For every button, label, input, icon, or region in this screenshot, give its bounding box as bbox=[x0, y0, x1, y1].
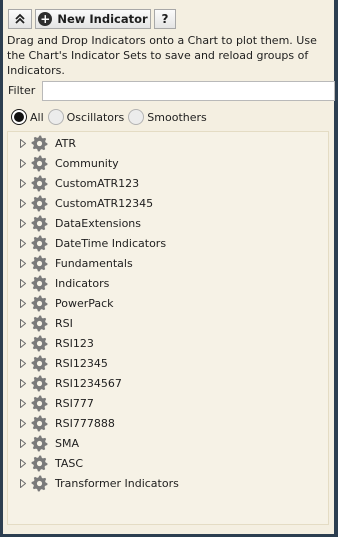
tree-item-label: Indicators bbox=[55, 276, 110, 290]
expand-arrow-icon[interactable] bbox=[19, 178, 27, 188]
tree-item-label: CustomATR12345 bbox=[55, 196, 154, 210]
indicator-tree: ATR Community CustomATR123 CustomATR12345 Da… bbox=[7, 131, 329, 525]
radio-oscillators-circle bbox=[47, 109, 64, 125]
expand-arrow-icon[interactable] bbox=[19, 298, 27, 308]
gear-icon bbox=[31, 375, 48, 392]
gear-icon bbox=[31, 335, 48, 352]
tree-item[interactable]: PowerPack bbox=[8, 293, 328, 313]
tree-item[interactable]: SMA bbox=[8, 433, 328, 453]
tree-item-label: TASC bbox=[55, 456, 84, 470]
tree-item-label: Fundamentals bbox=[55, 256, 133, 270]
filter-row: Filter bbox=[7, 81, 335, 103]
tree-item[interactable]: Fundamentals bbox=[8, 253, 328, 273]
tree-item[interactable]: RSI bbox=[8, 313, 328, 333]
indicator-type-radio-group: All Oscillators Smoothers bbox=[11, 107, 211, 127]
radio-oscillators-label: Oscillators bbox=[66, 110, 125, 124]
radio-oscillators[interactable]: Oscillators bbox=[47, 109, 125, 125]
tree-item[interactable]: DataExtensions bbox=[8, 213, 328, 233]
expand-arrow-icon[interactable] bbox=[19, 398, 27, 408]
expand-arrow-icon[interactable] bbox=[19, 478, 27, 488]
expand-arrow-icon[interactable] bbox=[19, 378, 27, 388]
collapse-button[interactable] bbox=[8, 8, 32, 29]
expand-arrow-icon[interactable] bbox=[19, 218, 27, 228]
tree-item[interactable]: Indicators bbox=[8, 273, 328, 293]
gear-icon bbox=[31, 295, 48, 312]
gear-icon bbox=[31, 395, 48, 412]
tree-item-label: RSI123 bbox=[55, 336, 94, 350]
tree-item-label: DateTime Indicators bbox=[55, 236, 167, 250]
filter-label: Filter bbox=[8, 84, 36, 97]
expand-arrow-icon[interactable] bbox=[19, 438, 27, 448]
tree-item[interactable]: RSI12345 bbox=[8, 353, 328, 373]
radio-smoothers[interactable]: Smoothers bbox=[128, 109, 207, 125]
tree-item-label: RSI1234567 bbox=[55, 376, 122, 390]
expand-arrow-icon[interactable] bbox=[19, 318, 27, 328]
tree-item[interactable]: TASC bbox=[8, 453, 328, 473]
gear-icon bbox=[31, 275, 48, 292]
gear-icon bbox=[31, 175, 48, 192]
tree-item-label: Community bbox=[55, 156, 119, 170]
new-indicator-label: New Indicator bbox=[57, 11, 148, 26]
radio-all-label: All bbox=[30, 110, 44, 124]
help-button[interactable]: ? bbox=[154, 8, 176, 29]
expand-arrow-icon[interactable] bbox=[19, 358, 27, 368]
tree-item[interactable]: RSI777 bbox=[8, 393, 328, 413]
expand-arrow-icon[interactable] bbox=[19, 458, 27, 468]
expand-arrow-icon[interactable] bbox=[19, 418, 27, 428]
gear-icon bbox=[31, 315, 48, 332]
filter-input[interactable] bbox=[42, 81, 335, 101]
tree-item[interactable]: RSI1234567 bbox=[8, 373, 328, 393]
radio-smoothers-circle bbox=[128, 109, 145, 125]
tree-item[interactable]: ATR bbox=[8, 133, 328, 153]
tree-item-label: SMA bbox=[55, 436, 79, 450]
expand-arrow-icon[interactable] bbox=[19, 238, 27, 248]
tree-item[interactable]: Community bbox=[8, 153, 328, 173]
instructions-text: Drag and Drop Indicators onto a Chart to… bbox=[7, 34, 317, 77]
tree-item-label: RSI777888 bbox=[55, 416, 115, 430]
expand-arrow-icon[interactable] bbox=[19, 278, 27, 288]
expand-arrow-icon[interactable] bbox=[19, 258, 27, 268]
gear-icon bbox=[31, 415, 48, 432]
gear-icon bbox=[31, 155, 48, 172]
tree-item[interactable]: CustomATR12345 bbox=[8, 193, 328, 213]
gear-icon bbox=[31, 255, 48, 272]
expand-arrow-icon[interactable] bbox=[19, 198, 27, 208]
radio-all[interactable]: All bbox=[11, 109, 44, 125]
tree-item-label: DataExtensions bbox=[55, 216, 141, 230]
tree-item-label: RSI bbox=[55, 316, 73, 330]
tree-item[interactable]: RSI777888 bbox=[8, 413, 328, 433]
gear-icon bbox=[31, 355, 48, 372]
gear-icon bbox=[31, 195, 48, 212]
gear-icon bbox=[31, 475, 48, 492]
expand-arrow-icon[interactable] bbox=[19, 138, 27, 148]
toolbar: + New Indicator ? bbox=[3, 7, 334, 30]
tree-item-label: RSI12345 bbox=[55, 356, 108, 370]
radio-smoothers-label: Smoothers bbox=[147, 110, 207, 124]
tree-item[interactable]: Transformer Indicators bbox=[8, 473, 328, 493]
tree-item[interactable]: CustomATR123 bbox=[8, 173, 328, 193]
tree-item[interactable]: DateTime Indicators bbox=[8, 233, 328, 253]
expand-arrow-icon[interactable] bbox=[19, 158, 27, 168]
tree-item-label: ATR bbox=[55, 136, 77, 150]
gear-icon bbox=[31, 455, 48, 472]
bottom-bar bbox=[3, 529, 334, 534]
expand-arrow-icon[interactable] bbox=[19, 338, 27, 348]
new-indicator-button[interactable]: + New Indicator bbox=[35, 8, 151, 29]
tree-item[interactable]: RSI123 bbox=[8, 333, 328, 353]
gear-icon bbox=[31, 435, 48, 452]
radio-all-circle bbox=[11, 109, 27, 125]
tree-item-label: PowerPack bbox=[55, 296, 114, 310]
tree-item-label: CustomATR123 bbox=[55, 176, 140, 190]
tree-item-label: RSI777 bbox=[55, 396, 94, 410]
gear-icon bbox=[31, 235, 48, 252]
double-chevron-up-icon bbox=[15, 13, 25, 24]
gear-icon bbox=[31, 215, 48, 232]
tree-item-label: Transformer Indicators bbox=[55, 476, 179, 490]
plus-circle-icon: + bbox=[38, 11, 53, 26]
gear-icon bbox=[31, 135, 48, 152]
